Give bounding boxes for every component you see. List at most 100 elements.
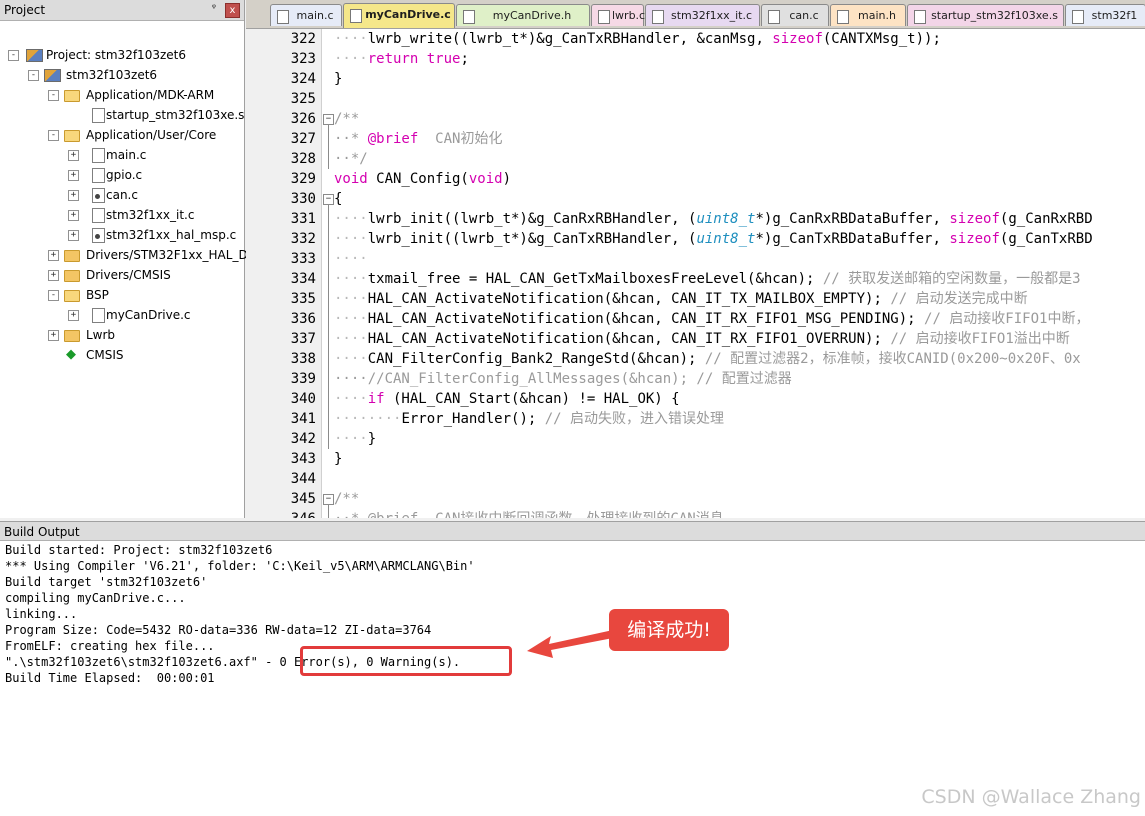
line-number: 342 bbox=[290, 431, 316, 447]
tree-item-label: Project: stm32f103zet6 bbox=[46, 48, 186, 62]
expand-icon[interactable]: + bbox=[68, 210, 79, 221]
expand-icon[interactable]: + bbox=[68, 170, 79, 181]
folder-open-icon bbox=[64, 130, 80, 142]
tab-mycandrive-c[interactable]: myCanDrive.c bbox=[343, 3, 455, 28]
tab-label: stm32f1 bbox=[1091, 9, 1138, 22]
tree-file-gpio-c[interactable]: + gpio.c bbox=[0, 165, 240, 185]
code-token: } bbox=[334, 71, 343, 87]
line-number: 331 bbox=[290, 211, 316, 227]
collapse-icon[interactable]: - bbox=[48, 90, 59, 101]
code-token: ) bbox=[502, 171, 512, 187]
expand-icon[interactable]: + bbox=[68, 310, 79, 321]
tab-startup-stm32f103xe-s[interactable]: startup_stm32f103xe.s bbox=[907, 4, 1064, 26]
tab-stm32f1[interactable]: stm32f1 bbox=[1065, 4, 1145, 26]
tree-file-startup[interactable]: startup_stm32f103xe.s bbox=[0, 105, 244, 125]
file-gear-icon bbox=[92, 188, 105, 203]
expand-icon[interactable]: + bbox=[68, 150, 79, 161]
build-output-title: Build Output bbox=[4, 525, 80, 539]
code-line: void CAN_Config(void) bbox=[334, 169, 1145, 189]
tree-file-can-c[interactable]: + can.c bbox=[0, 185, 240, 205]
code-token: void bbox=[334, 171, 368, 187]
file-icon bbox=[92, 168, 105, 183]
code-token: lwrb_write((lwrb_t*)&g_CanTxRBHandler, &… bbox=[367, 31, 773, 47]
fold-collapse-icon[interactable]: − bbox=[323, 194, 334, 205]
build-output-line: Build Time Elapsed: 00:00:01 bbox=[5, 671, 215, 685]
tab-label: can.c bbox=[789, 9, 819, 22]
line-number: 340 bbox=[290, 391, 316, 407]
tree-group-bsp[interactable]: - BSP bbox=[0, 285, 240, 305]
code-line: /** bbox=[334, 109, 1145, 129]
code-token: ···· bbox=[334, 291, 368, 307]
project-icon bbox=[44, 69, 61, 82]
tree-group-user-core[interactable]: - Application/User/Core bbox=[0, 125, 240, 145]
tree-file-it-c[interactable]: + stm32f1xx_it.c bbox=[0, 205, 240, 225]
code-token: // 启动失败，进入错误处理 bbox=[544, 411, 725, 427]
tab-stm32f1xx-it-c[interactable]: stm32f1xx_it.c bbox=[645, 4, 760, 26]
file-icon bbox=[914, 10, 926, 24]
project-panel: Project ᵠ x - Project: stm32f103zet6- stm3… bbox=[0, 0, 263, 518]
file-icon bbox=[92, 148, 105, 163]
tree-project-root[interactable]: - Project: stm32f103zet6 bbox=[0, 45, 240, 65]
tab-main-c[interactable]: main.c bbox=[270, 4, 342, 26]
line-number: 327 bbox=[290, 131, 316, 147]
fold-collapse-icon[interactable]: − bbox=[323, 114, 334, 125]
tab-main-h[interactable]: main.h bbox=[830, 4, 906, 26]
code-token: ··* bbox=[334, 131, 368, 147]
expand-icon[interactable]: + bbox=[68, 190, 79, 201]
build-output-line: Build started: Project: stm32f103zet6 bbox=[5, 543, 273, 557]
tree-file-hal-msp-c[interactable]: + stm32f1xx_hal_msp.c bbox=[0, 225, 240, 245]
expand-icon[interactable]: + bbox=[48, 250, 59, 261]
tree-file-mycandrive-c[interactable]: + myCanDrive.c bbox=[0, 305, 240, 325]
build-output-line: *** Using Compiler 'V6.21', folder: 'C:\… bbox=[5, 559, 475, 573]
code-token: if bbox=[367, 391, 385, 407]
code-token: { bbox=[334, 191, 343, 207]
code-line: ··* @brief CAN初始化 bbox=[334, 129, 1145, 149]
tab-lwrb-c[interactable]: lwrb.c bbox=[591, 4, 645, 26]
build-output-panel[interactable]: Build started: Project: stm32f103zet6 ***… bbox=[0, 541, 1145, 816]
collapse-icon[interactable]: - bbox=[8, 50, 19, 61]
code-line: ····//CAN_FilterConfig_AllMessages(&hcan… bbox=[334, 369, 1145, 389]
tab-label: stm32f1xx_it.c bbox=[670, 9, 753, 22]
pin-icon[interactable]: ᵠ bbox=[208, 2, 220, 16]
file-icon bbox=[768, 10, 780, 24]
annotation-arrow-icon bbox=[527, 630, 613, 658]
tab-can-c[interactable]: can.c bbox=[761, 4, 829, 26]
file-tab-bar: main.c myCanDrive.c myCanDrive.h lwrb.c stm3… bbox=[246, 0, 1145, 29]
tree-target[interactable]: - stm32f103zet6 bbox=[0, 65, 240, 85]
tree-item-label: Lwrb bbox=[86, 328, 116, 342]
line-number: 335 bbox=[290, 291, 316, 307]
collapse-icon[interactable]: - bbox=[48, 290, 59, 301]
tree-group-mdk-arm[interactable]: - Application/MDK-ARM bbox=[0, 85, 240, 105]
collapse-icon[interactable]: - bbox=[28, 70, 39, 81]
fold-collapse-icon[interactable]: − bbox=[323, 494, 334, 505]
code-line: ····lwrb_init((lwrb_t*)&g_CanTxRBHandler… bbox=[334, 229, 1145, 249]
collapse-icon[interactable]: - bbox=[48, 130, 59, 141]
folder-icon bbox=[64, 250, 80, 262]
code-area[interactable]: ···· lwrb_write((lwrb_t*)&g_CanTxRBHandle… bbox=[334, 29, 1145, 518]
code-line: ····HAL_CAN_ActivateNotification(&hcan, … bbox=[334, 309, 1145, 329]
code-token: /** bbox=[334, 491, 360, 507]
line-number: 323 bbox=[290, 51, 316, 67]
expand-icon[interactable]: + bbox=[48, 330, 59, 341]
code-token: uint8_t bbox=[696, 231, 756, 247]
tree-cmsis-component[interactable]: ◆ CMSIS bbox=[0, 345, 240, 365]
tree-file-main-c[interactable]: + main.c bbox=[0, 145, 240, 165]
code-token: HAL_CAN_ActivateNotification(&hcan, CAN_… bbox=[367, 311, 925, 327]
code-token: ···· bbox=[334, 311, 368, 327]
line-number: 329 bbox=[290, 171, 316, 187]
code-token: ··*/ bbox=[334, 151, 368, 167]
code-token: } bbox=[367, 431, 377, 447]
expand-icon[interactable]: + bbox=[48, 270, 59, 281]
tree-item-label: CMSIS bbox=[86, 348, 124, 362]
close-icon[interactable]: x bbox=[225, 3, 240, 18]
tree-group-lwrb[interactable]: + Lwrb bbox=[0, 325, 240, 345]
tab-label: myCanDrive.h bbox=[492, 9, 572, 22]
line-number: 325 bbox=[290, 91, 316, 107]
code-token: lwrb_init((lwrb_t*)&g_CanTxRBHandler, ( bbox=[367, 231, 697, 247]
tree-group-cmsis-driver[interactable]: + Drivers/CMSIS bbox=[0, 265, 240, 285]
tab-mycandrive-h[interactable]: myCanDrive.h bbox=[456, 4, 590, 26]
expand-icon[interactable]: + bbox=[68, 230, 79, 241]
tree-group-hal-driver[interactable]: + Drivers/STM32F1xx_HAL_Driv bbox=[0, 245, 263, 265]
code-token: ···· bbox=[334, 391, 368, 407]
